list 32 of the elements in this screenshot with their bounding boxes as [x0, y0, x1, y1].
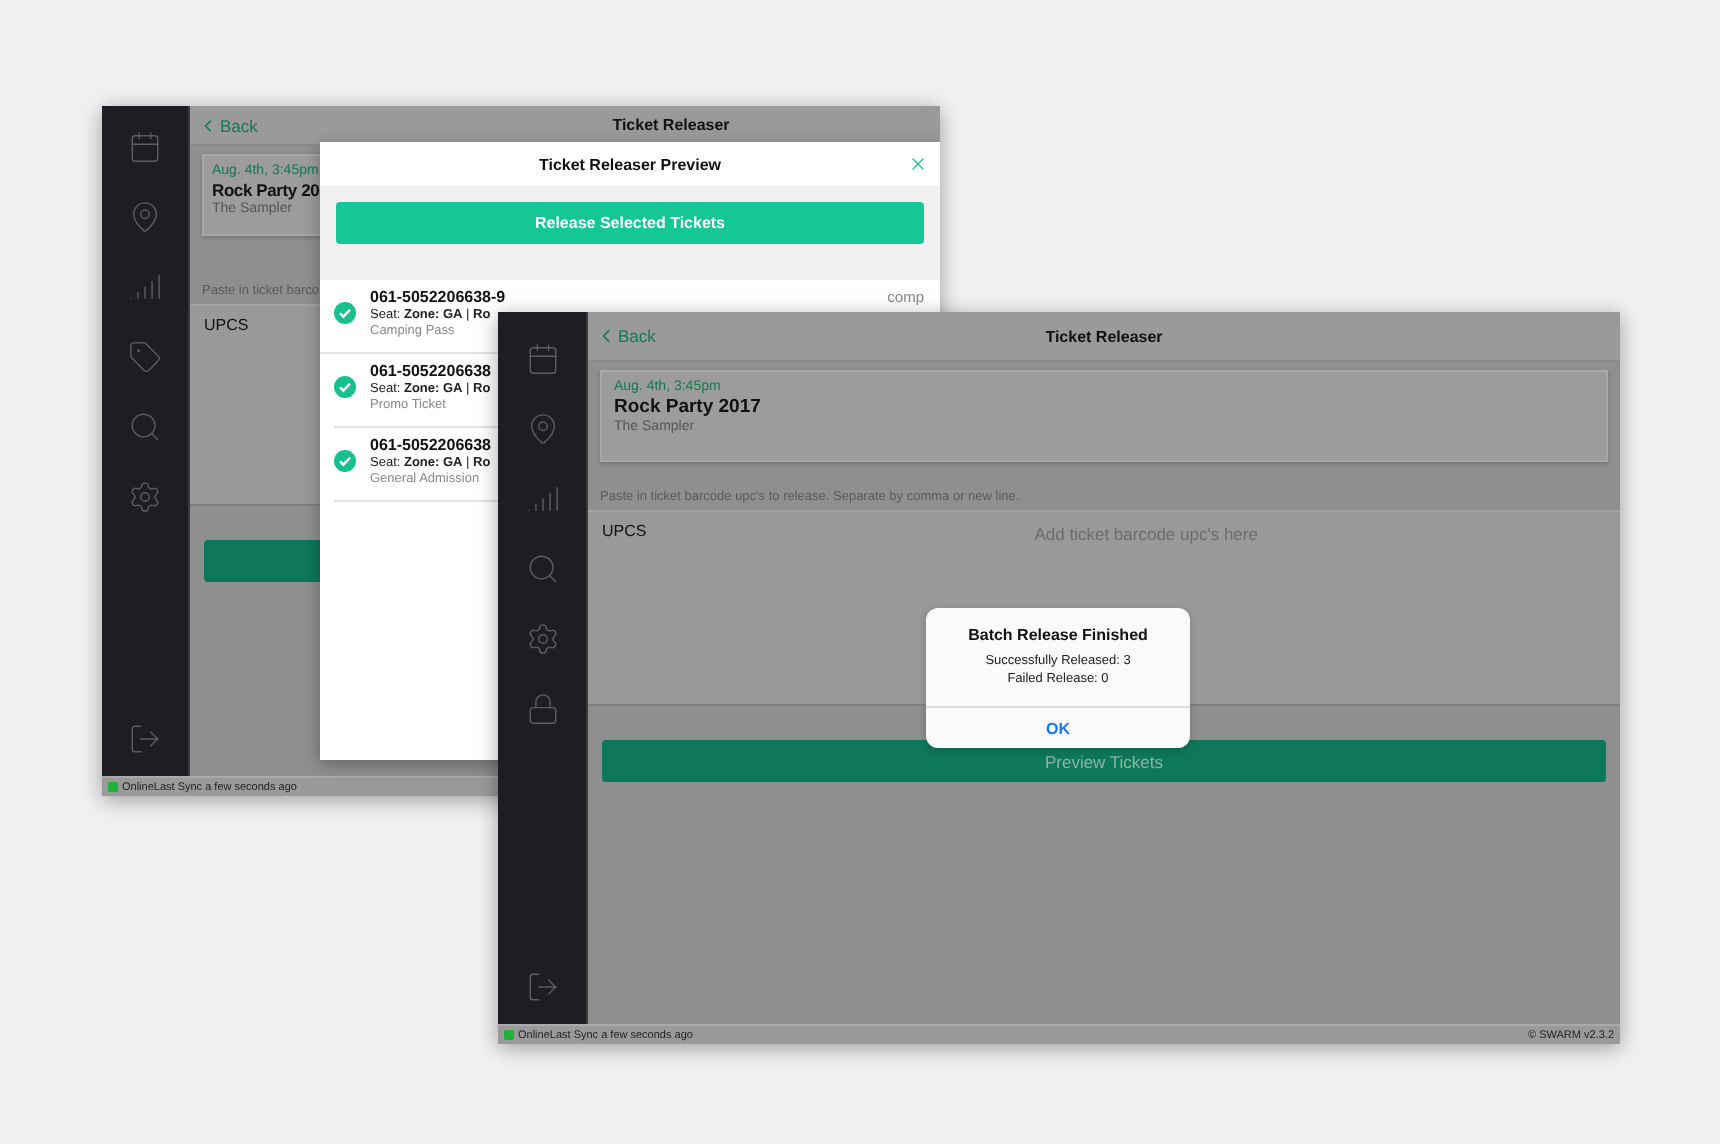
search-icon[interactable]: [128, 410, 162, 444]
check-circle-icon[interactable]: [334, 302, 356, 324]
back-link[interactable]: Back: [596, 326, 656, 346]
alert-title: Batch Release Finished: [968, 626, 1148, 644]
search-icon[interactable]: [525, 552, 559, 586]
map-pin-icon[interactable]: [128, 200, 162, 234]
event-name: Rock Party 20: [212, 180, 320, 200]
ok-button[interactable]: OK: [926, 706, 1190, 748]
calendar-icon[interactable]: [525, 342, 559, 376]
ticket-code: 061-5052206638: [370, 436, 492, 454]
release-button[interactable]: Release Selected Tickets: [336, 202, 924, 244]
ticket-code: 061-5052206638: [370, 362, 492, 380]
tag-icon[interactable]: [128, 340, 162, 374]
event-name: Rock Party 2017: [614, 396, 761, 418]
back-link[interactable]: Back: [198, 115, 258, 135]
logout-icon[interactable]: [525, 970, 559, 1004]
settings-icon[interactable]: [525, 622, 559, 656]
lock-icon[interactable]: [525, 692, 559, 726]
close-icon[interactable]: [908, 154, 928, 174]
ticket-code: 061-5052206638-9: [370, 288, 506, 306]
screen-title: Ticket Releaser: [1045, 327, 1163, 345]
map-pin-icon[interactable]: [525, 412, 559, 446]
calendar-icon[interactable]: [128, 130, 162, 164]
logout-icon[interactable]: [128, 722, 162, 756]
settings-icon[interactable]: [128, 480, 162, 514]
screen-title: Ticket Releaser: [612, 116, 730, 134]
check-circle-icon[interactable]: [334, 450, 356, 472]
dialog-title: Ticket Releaser Preview: [538, 155, 722, 173]
check-circle-icon[interactable]: [334, 376, 356, 398]
preview-button[interactable]: [204, 540, 324, 582]
preview-button[interactable]: Preview Tickets: [602, 740, 1606, 782]
upcs-label: UPCS: [602, 522, 647, 540]
